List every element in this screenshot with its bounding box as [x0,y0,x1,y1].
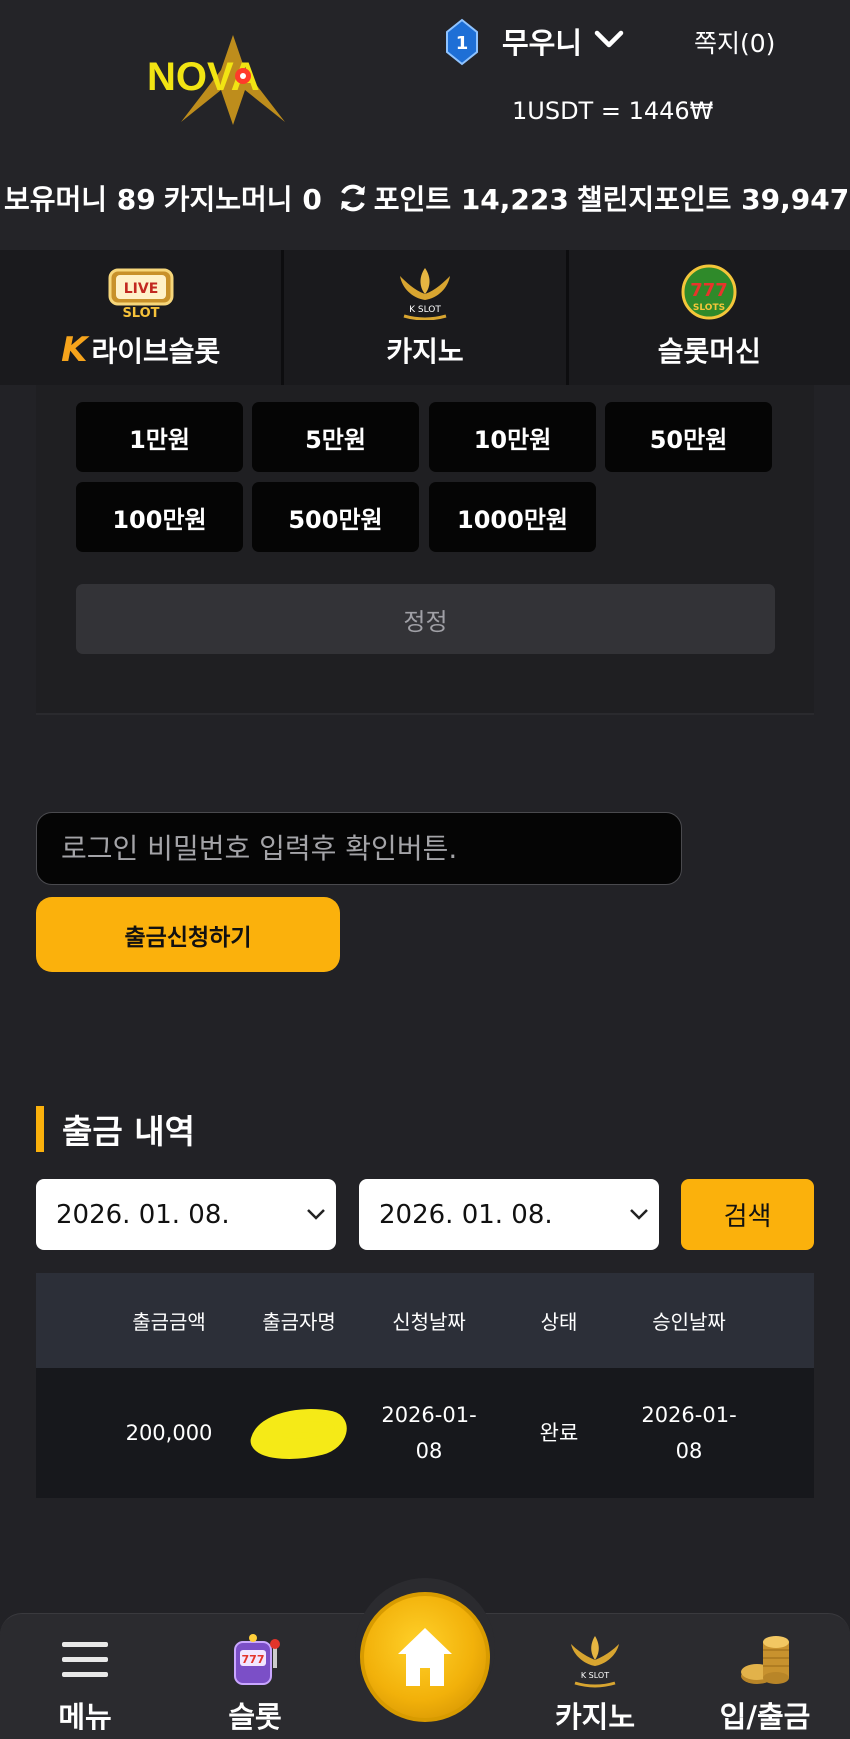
casino-money: 카지노머니 0 [163,183,322,216]
777-slots-icon: 777 SLOTS [681,264,737,320]
history-header: 출금 내역 [36,1106,195,1152]
memo-link[interactable]: 쪽지(0) [694,24,775,60]
tab-slot-machine[interactable]: 777 SLOTS 슬롯머신 [568,250,850,385]
amount-cell: 200,000 [125,1421,213,1445]
column-header: 신청날짜 [392,1310,466,1334]
live-slot-icon: LIVE SLOT [108,268,174,320]
date-to-select[interactable]: 2026. 01. 08. [359,1179,659,1250]
refresh-icon[interactable] [336,181,370,215]
chevron-down-icon [630,1209,648,1220]
category-tabs: LIVE SLOT K 라이브슬롯 K SLOT 카지노 777 SLOTS 슬롯… [0,250,850,385]
username[interactable]: 무우니 [502,20,582,62]
amount-button-500k[interactable]: 50만원 [605,402,772,472]
approve-date-cell: 2026-01-08 [641,1403,737,1463]
nav-menu[interactable]: 메뉴 [15,1614,155,1739]
hamburger-menu-icon [62,1642,108,1677]
table-header: 출금금액 출금자명 신청날짜 상태 승인날짜 [36,1273,814,1368]
column-header: 상태 [540,1310,578,1334]
date-from-select[interactable]: 2026. 01. 08. [36,1179,336,1250]
name-cell [234,1403,364,1463]
history-title: 출금 내역 [62,1112,195,1151]
nav-deposit-withdraw[interactable]: 입/출금 [695,1614,835,1739]
k-slot-icon: K SLOT [571,1636,619,1688]
svg-text:K SLOT: K SLOT [581,1671,609,1680]
point: 포인트 14,223 [373,183,569,216]
nav-label: 슬롯 [228,1700,282,1734]
tab-label: 카지노 [386,335,464,368]
date-to-value: 2026. 01. 08. [379,1199,553,1230]
level-badge-icon: 1 [446,18,478,66]
svg-text:SLOT: SLOT [122,306,159,320]
exchange-rate: 1USDT = 1446₩ [512,97,714,125]
history-table: 출금금액 출금자명 신청날짜 상태 승인날짜 200,000 2026-01-0… [36,1273,814,1498]
tab-label: 라이브슬롯 [91,335,221,368]
amount-button-100k[interactable]: 10만원 [429,402,596,472]
amount-button-1m[interactable]: 100만원 [76,482,243,552]
chevron-down-icon[interactable] [594,28,624,50]
request-date-cell: 2026-01-08 [381,1403,477,1463]
svg-text:777: 777 [242,1653,265,1666]
tab-casino[interactable]: K SLOT 카지노 [284,250,569,385]
svg-text:777: 777 [691,280,729,301]
slot-machine-icon: 777 [234,1634,280,1685]
nav-slot[interactable]: 777 슬롯 [185,1614,325,1739]
status-cell: 완료 [539,1421,579,1445]
password-input[interactable] [36,812,682,885]
redaction-scribble [250,1409,347,1459]
k-slot-icon: K SLOT [399,268,450,320]
nova-logo[interactable]: NOVA [145,30,320,125]
amount-button-10k[interactable]: 1만원 [76,402,243,472]
k-brand-icon: K [61,330,88,370]
home-icon [398,1628,452,1686]
svg-text:LIVE: LIVE [123,281,158,297]
withdraw-request-button[interactable]: 출금신청하기 [36,897,340,972]
tab-live-slot[interactable]: LIVE SLOT K 라이브슬롯 [0,250,285,385]
nav-casino[interactable]: K SLOT 카지노 [525,1614,665,1739]
column-header: 출금자명 [262,1310,336,1334]
column-header: 출금금액 [132,1310,206,1334]
reset-button[interactable]: 정정 [76,584,775,654]
column-header: 승인날짜 [652,1310,726,1334]
date-from-value: 2026. 01. 08. [56,1199,230,1230]
svg-text:K SLOT: K SLOT [409,305,441,315]
chevron-down-icon [307,1209,325,1220]
coins-icon [741,1636,789,1684]
search-button[interactable]: 검색 [681,1179,814,1250]
svg-text:1: 1 [456,33,469,54]
home-button[interactable] [360,1592,490,1722]
holding-money: 보유머니 89 [4,183,156,216]
header: NOVA 1 무우니 쪽지(0) 1USDT = 1446₩ 보유머니 89 카… [0,0,850,250]
nav-label: 입/출금 [719,1700,811,1734]
svg-text:SLOTS: SLOTS [693,303,725,313]
section-accent-bar [36,1106,44,1152]
nav-label: 메뉴 [58,1700,112,1734]
tab-label: 슬롯머신 [657,335,761,368]
balance-bar: 보유머니 89 카지노머니 0 포인트 14,223 챌린지포인트 39,947 [4,178,850,218]
amount-button-5m[interactable]: 500만원 [252,482,419,552]
table-row: 200,000 2026-01-08 완료 2026-01-08 [36,1368,814,1498]
nav-label: 카지노 [554,1700,636,1734]
amount-button-50k[interactable]: 5만원 [252,402,419,472]
amount-panel: 1만원 5만원 10만원 50만원 100만원 500만원 1000만원 정정 [36,385,814,715]
challenge-point: 챌린지포인트 39,947 [576,183,850,216]
amount-button-10m[interactable]: 1000만원 [429,482,596,552]
